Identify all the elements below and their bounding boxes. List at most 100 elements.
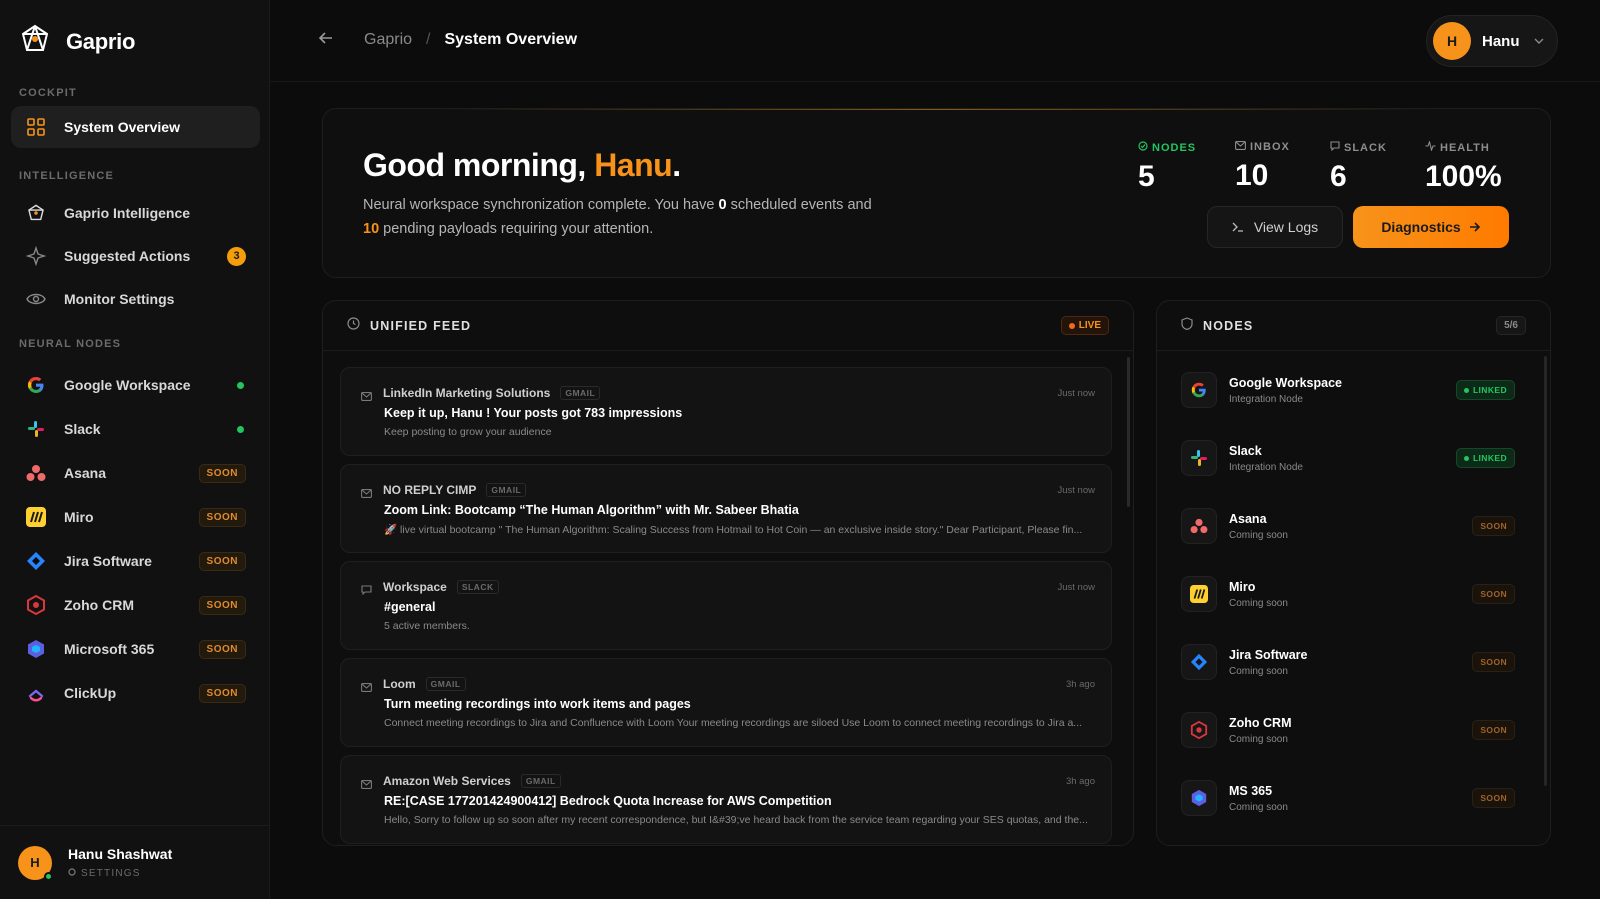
node-row-ms-365[interactable]: MS 365 Coming soon SOON (1181, 764, 1515, 832)
live-badge: LIVE (1060, 316, 1109, 335)
sidebar-item-monitor-settings[interactable]: Monitor Settings (11, 278, 260, 320)
node-row-zoho-crm[interactable]: Zoho CRM Coming soon SOON (1181, 696, 1515, 764)
node-name: Jira Software (1229, 647, 1308, 662)
node-row-google-workspace[interactable]: Google Workspace Integration Node LINKED (1181, 356, 1515, 424)
linked-status-badge: LINKED (1455, 448, 1515, 468)
sidebar-item-suggested-actions[interactable]: Suggested Actions 3 (11, 235, 260, 277)
sidebar-item-asana[interactable]: Asana SOON (11, 452, 260, 494)
node-name: Google Workspace (1229, 375, 1342, 390)
sidebar-item-miro[interactable]: Miro SOON (11, 496, 260, 538)
soon-badge: SOON (198, 595, 246, 615)
stat-label-text: HEALTH (1440, 141, 1490, 154)
source-tag: GMAIL (425, 677, 466, 691)
google-icon (25, 374, 47, 396)
sidebar-item-system-overview[interactable]: System Overview (11, 106, 260, 148)
sidebar-item-label: Microsoft 365 (64, 641, 155, 657)
scheduled-events-count: 0 (718, 197, 727, 213)
feed-subject: Turn meeting recordings into work items … (384, 697, 691, 711)
node-row-asana[interactable]: Asana Coming soon SOON (1181, 492, 1515, 560)
stat-value: 6 (1330, 160, 1347, 193)
breadcrumb-root[interactable]: Gaprio (364, 31, 412, 49)
section-label-neural-nodes: NEURAL NODES (19, 338, 122, 350)
node-subtitle: Coming soon (1229, 529, 1288, 541)
brand[interactable]: Gaprio (18, 22, 135, 61)
node-row-slack[interactable]: Slack Integration Node LINKED (1181, 424, 1515, 492)
node-subtitle: Coming soon (1229, 665, 1288, 677)
view-logs-button[interactable]: View Logs (1207, 206, 1343, 248)
sidebar-item-jira-software[interactable]: Jira Software SOON (11, 540, 260, 582)
feed-sender: Amazon Web Services GMAIL (383, 774, 561, 788)
feed-sender: Loom GMAIL (383, 677, 466, 691)
notification-count-badge: 3 (227, 246, 246, 266)
soon-badge: SOON (198, 463, 246, 483)
soon-badge: SOON (198, 507, 246, 527)
feed-subject: RE:[CASE 177201424900412] Bedrock Quota … (384, 794, 832, 808)
status-label: LINKED (1472, 385, 1507, 395)
greeting-subtitle: Neural workspace synchronization complet… (363, 193, 883, 241)
diagnostics-label: Diagnostics (1381, 219, 1461, 235)
feed-preview: Keep posting to grow your audience (384, 426, 552, 438)
sparkles-icon (25, 245, 47, 267)
feed-sender: Workspace SLACK (383, 580, 499, 594)
node-name: MS 365 (1229, 783, 1273, 798)
node-name: Asana (1229, 511, 1267, 526)
settings-link[interactable]: SETTINGS (68, 868, 172, 879)
feed-item[interactable]: Amazon Web Services GMAIL 3h ago RE:[CASE… (340, 755, 1112, 844)
eye-icon (25, 288, 47, 310)
stat-label: INBOX (1235, 141, 1290, 153)
greeting-suffix: . (672, 147, 681, 183)
feed-item[interactable]: LinkedIn Marketing Solutions GMAIL Just n… (340, 367, 1112, 456)
soon-badge: SOON (198, 683, 246, 703)
mail-icon (361, 679, 372, 697)
node-subtitle: Coming soon (1229, 733, 1288, 745)
stat-label-text: NODES (1152, 141, 1197, 154)
nodes-panel: NODES 5/6 Google Workspace Integration No… (1156, 300, 1551, 846)
pending-payloads-count: 10 (363, 221, 380, 237)
section-label-intelligence: INTELLIGENCE (19, 170, 115, 182)
feed-item[interactable]: Workspace SLACK Just now #general 5 activ… (340, 561, 1112, 650)
panel-header: NODES 5/6 (1157, 301, 1550, 351)
sidebar-user-footer[interactable]: H Hanu Shashwat SETTINGS (0, 825, 270, 899)
node-name: Zoho CRM (1229, 715, 1292, 730)
feed-sender: LinkedIn Marketing Solutions GMAIL (383, 386, 601, 400)
panel-header: UNIFIED FEED LIVE (323, 301, 1133, 351)
sidebar-item-gaprio-intelligence[interactable]: Gaprio Intelligence (11, 192, 260, 234)
feed-item[interactable]: Loom GMAIL 3h ago Turn meeting recordings… (340, 658, 1112, 747)
soon-badge: SOON (198, 639, 246, 659)
avatar: H (18, 845, 53, 881)
sidebar-item-label: Miro (64, 509, 94, 525)
sidebar-item-slack[interactable]: Slack (11, 408, 260, 450)
sidebar-item-label: Suggested Actions (64, 248, 191, 264)
clock-icon (347, 316, 360, 335)
back-arrow-icon[interactable] (318, 30, 334, 51)
mail-icon (361, 485, 372, 503)
view-logs-label: View Logs (1253, 219, 1319, 235)
feed-preview: 5 active members. (384, 620, 470, 632)
sidebar-item-zoho-crm[interactable]: Zoho CRM SOON (11, 584, 260, 626)
linked-dot (1463, 387, 1469, 393)
google-icon (1181, 372, 1217, 408)
user-menu-button[interactable]: H Hanu (1426, 15, 1558, 67)
feed-item[interactable]: NO REPLY CIMP GMAIL Just now Zoom Link: B… (340, 464, 1112, 553)
node-row-miro[interactable]: Miro Coming soon SOON (1181, 560, 1515, 628)
stat-slack: SLACK 6 (1330, 141, 1387, 194)
greeting-card: Good morning, Hanu. Neural workspace syn… (322, 108, 1551, 278)
sidebar-item-microsoft-365[interactable]: Microsoft 365 SOON (11, 628, 260, 670)
greeting-heading: Good morning, Hanu. (363, 147, 681, 184)
sidebar-item-clickup[interactable]: ClickUp SOON (11, 672, 260, 714)
nodes-scrollbar[interactable] (1544, 356, 1547, 786)
zoho-icon (25, 594, 47, 616)
live-label: LIVE (1078, 320, 1101, 331)
diagnostics-button[interactable]: Diagnostics (1353, 206, 1509, 248)
source-tag: GMAIL (560, 386, 601, 400)
feed-time: Just now (1057, 388, 1096, 399)
feed-scrollbar[interactable] (1127, 357, 1130, 507)
node-row-jira-software[interactable]: Jira Software Coming soon SOON (1181, 628, 1515, 696)
user-menu-name: Hanu (1482, 32, 1520, 50)
sidebar-item-google-workspace[interactable]: Google Workspace (11, 364, 260, 406)
feed-time: 3h ago (1065, 679, 1095, 690)
status-label: LINKED (1472, 453, 1507, 463)
jira-icon (1181, 644, 1217, 680)
sidebar-item-label: Jira Software (64, 553, 152, 569)
sidebar-item-label: ClickUp (64, 685, 117, 701)
